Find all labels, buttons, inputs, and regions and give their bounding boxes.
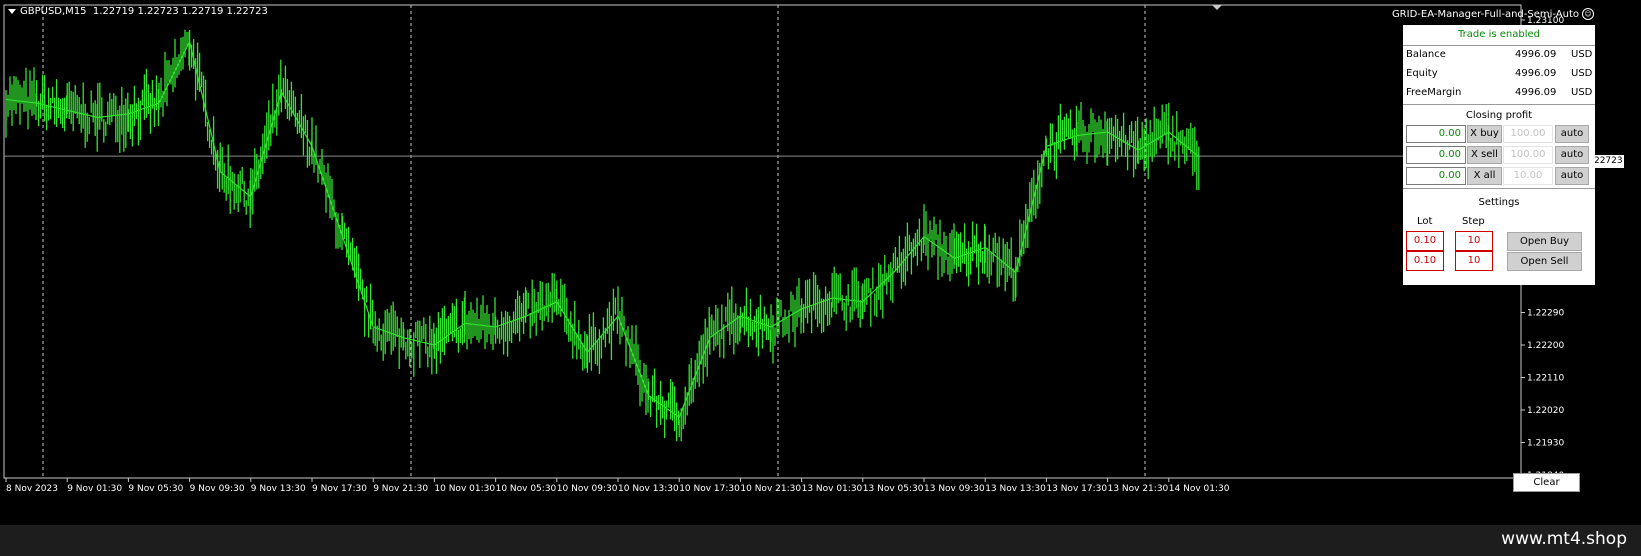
- chart-window[interactable]: 1.231001.230101.229201.228301.227401.226…: [0, 0, 1641, 525]
- x-tick-label: 9 Nov 01:30: [67, 484, 122, 494]
- x-tick-label: 10 Nov 17:30: [679, 484, 740, 494]
- y-tick-label: 1.22110: [1527, 374, 1564, 384]
- closing-sell-value[interactable]: 0.00: [1406, 146, 1466, 164]
- ea-panel: Trade is enabled Balance 4996.09 USD Equ…: [1403, 25, 1595, 285]
- y-tick-label: 1.22290: [1527, 309, 1564, 319]
- chart-frame: [3, 4, 1522, 479]
- buy-target-input[interactable]: 100.00: [1503, 125, 1553, 143]
- settings-title: Settings: [1478, 197, 1520, 208]
- x-tick-label: 10 Nov 01:30: [434, 484, 495, 494]
- x-tick-label: 10 Nov 21:30: [740, 484, 801, 494]
- symbol-info: GBPUSD,M15 1.22719 1.22723 1.22719 1.227…: [8, 6, 268, 17]
- x-tick-label: 9 Nov 17:30: [312, 484, 367, 494]
- ea-title: GRID-EA-Manager-Full-and-Semi-Auto ☺: [1354, 8, 1594, 20]
- auto-sell-button[interactable]: auto: [1555, 146, 1589, 164]
- freemargin-label: FreeMargin: [1406, 87, 1462, 98]
- buy-step-input[interactable]: 10: [1455, 231, 1493, 251]
- freemargin-currency: USD: [1571, 87, 1593, 98]
- footer-bar: www.mt4.shop: [0, 525, 1641, 556]
- y-tick-label: 1.21930: [1527, 439, 1564, 449]
- trade-status: Trade is enabled: [1458, 29, 1540, 40]
- x-tick-label: 13 Nov 13:30: [985, 484, 1046, 494]
- footer-brand: www.mt4.shop: [1501, 529, 1627, 549]
- x-tick-label: 9 Nov 05:30: [128, 484, 183, 494]
- x-tick-label: 8 Nov 2023: [6, 484, 58, 494]
- x-tick-label: 10 Nov 09:30: [557, 484, 618, 494]
- lot-label: Lot: [1417, 216, 1433, 227]
- y-tick-label: 1.22200: [1527, 341, 1564, 351]
- x-tick-label: 13 Nov 05:30: [863, 484, 924, 494]
- clear-button[interactable]: Clear: [1513, 473, 1580, 492]
- x-tick-label: 9 Nov 09:30: [190, 484, 245, 494]
- open-sell-button[interactable]: Open Sell: [1507, 252, 1582, 271]
- equity-value: 4996.09: [1515, 68, 1557, 79]
- all-target-input[interactable]: 10.00: [1503, 167, 1553, 185]
- close-buy-button[interactable]: X buy: [1467, 125, 1502, 143]
- chart-shift-marker-icon[interactable]: [1212, 5, 1222, 10]
- step-label: Step: [1462, 216, 1485, 227]
- ohlc-values: 1.22719 1.22723 1.22719 1.22723: [92, 6, 268, 17]
- close-sell-button[interactable]: X sell: [1467, 146, 1502, 164]
- price-chart[interactable]: 1.231001.230101.229201.228301.227401.226…: [0, 0, 1641, 525]
- sell-target-input[interactable]: 100.00: [1503, 146, 1553, 164]
- price-series: [5, 29, 1200, 442]
- freemargin-value: 4996.09: [1515, 87, 1557, 98]
- close-all-button[interactable]: X all: [1467, 167, 1502, 185]
- ea-name: GRID-EA-Manager-Full-and-Semi-Auto: [1391, 9, 1579, 20]
- x-tick-label: 13 Nov 17:30: [1046, 484, 1107, 494]
- buy-lot-input[interactable]: 0.10: [1406, 231, 1444, 251]
- x-tick-label: 9 Nov 13:30: [251, 484, 306, 494]
- symbol-name: GBPUSD,M15: [20, 6, 87, 17]
- x-tick-label: 14 Nov 01:30: [1169, 484, 1230, 494]
- closing-profit-title: Closing profit: [1465, 110, 1533, 121]
- x-tick-label: 13 Nov 21:30: [1108, 484, 1169, 494]
- sell-step-input[interactable]: 10: [1455, 251, 1493, 271]
- smiley-icon[interactable]: ☺: [1582, 8, 1594, 20]
- balance-label: Balance: [1406, 49, 1446, 60]
- x-tick-label: 10 Nov 13:30: [618, 484, 679, 494]
- equity-currency: USD: [1571, 68, 1593, 79]
- closing-buy-value[interactable]: 0.00: [1406, 125, 1466, 143]
- auto-all-button[interactable]: auto: [1555, 167, 1589, 185]
- x-tick-label: 13 Nov 09:30: [924, 484, 985, 494]
- open-buy-button[interactable]: Open Buy: [1507, 232, 1582, 251]
- x-tick-label: 13 Nov 01:30: [802, 484, 863, 494]
- equity-label: Equity: [1406, 68, 1438, 79]
- x-tick-label: 9 Nov 21:30: [373, 484, 428, 494]
- closing-all-value[interactable]: 0.00: [1406, 167, 1466, 185]
- x-tick-label: 10 Nov 05:30: [496, 484, 557, 494]
- sell-lot-input[interactable]: 0.10: [1406, 251, 1444, 271]
- auto-buy-button[interactable]: auto: [1555, 125, 1589, 143]
- balance-currency: USD: [1571, 49, 1593, 60]
- y-tick-label: 1.22020: [1527, 406, 1564, 416]
- balance-value: 4996.09: [1515, 49, 1557, 60]
- dropdown-triangle-icon[interactable]: [8, 8, 16, 14]
